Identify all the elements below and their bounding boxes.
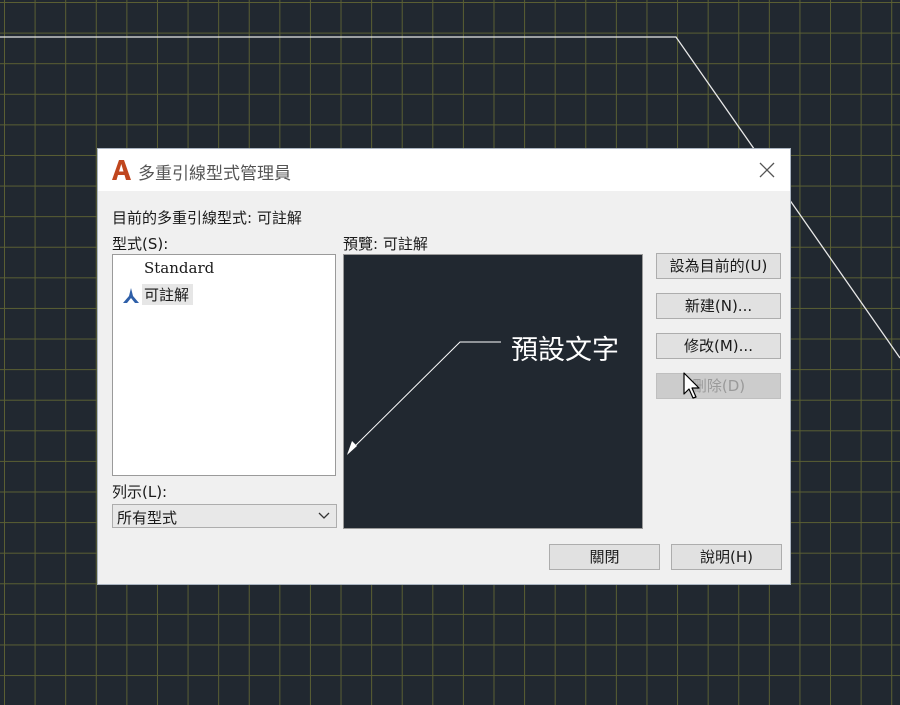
autocad-logo-icon [110,159,132,181]
dialog-titlebar[interactable]: 多重引線型式管理員 [98,149,790,191]
dialog-title: 多重引線型式管理員 [138,164,291,184]
close-icon[interactable] [754,157,780,183]
styles-listbox[interactable]: Standard 可註解 [112,254,336,476]
set-current-button[interactable]: 設為目前的(U) [656,253,781,279]
new-button[interactable]: 新建(N)... [656,293,781,319]
style-item-label: Standard [144,259,215,277]
help-button[interactable]: 說明(H) [671,544,782,570]
preview-panel: 預設文字 [343,254,643,529]
chevron-down-icon [318,512,330,519]
leader-arrow-graphic [347,341,501,455]
styles-label: 型式(S): [112,235,169,253]
delete-button[interactable]: 刪除(D) [656,373,781,399]
mouse-cursor-icon [683,372,700,399]
multileader-style-manager-dialog: 多重引線型式管理員 目前的多重引線型式: 可註解 型式(S): 預覽: 可註解 … [97,148,791,585]
style-item-label: 可註解 [142,284,194,305]
list-filter-value: 所有型式 [117,509,178,527]
preview-leader-text: 預設文字 [511,335,619,366]
modify-button[interactable]: 修改(M)... [656,333,781,359]
list-filter-label: 列示(L): [112,483,168,501]
style-item-annotative[interactable]: 可註解 [113,283,335,305]
drawing-canvas[interactable]: 多重引線型式管理員 目前的多重引線型式: 可註解 型式(S): 預覽: 可註解 … [0,0,900,705]
list-filter-dropdown[interactable]: 所有型式 [112,504,337,528]
close-button[interactable]: 關閉 [549,544,660,570]
style-item-standard[interactable]: Standard [113,258,335,280]
current-style-label: 目前的多重引線型式: 可註解 [112,209,302,227]
preview-label: 預覽: 可註解 [343,235,428,253]
annotative-icon [123,288,139,303]
